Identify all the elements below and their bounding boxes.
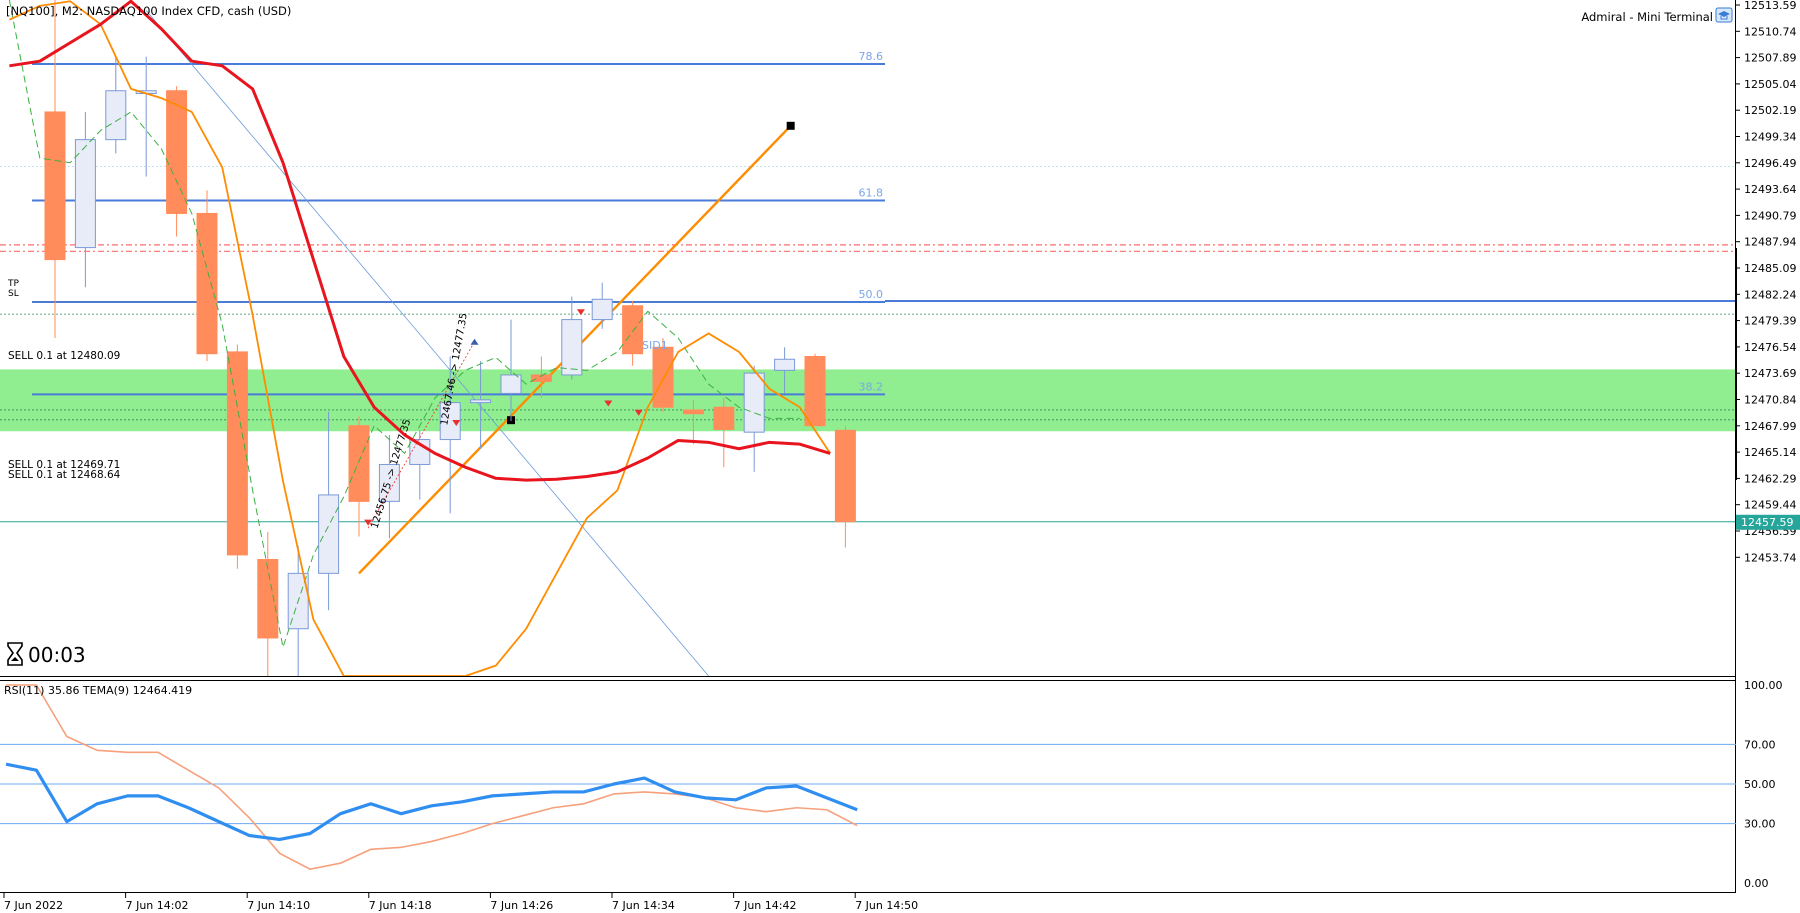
time-tick-label: 7 Jun 14:34 [612,899,675,912]
candle-body [774,358,796,371]
candle-body [196,212,218,355]
fib-label-38-2: 38.2 [859,380,884,393]
candle-body [804,355,826,427]
candle-body [713,406,735,430]
order-label-3[interactable]: SELL 0.1 at 12468.64 [8,469,121,481]
price-tick-label: 12482.24 [1744,288,1797,301]
price-tick-label: 12510.74 [1744,25,1797,38]
fib-label-78-6: 78.6 [859,50,884,63]
time-tick-label: 7 Jun 14:26 [490,899,553,912]
time-tick-label: 7 Jun 14:42 [734,899,797,912]
rsi-axis-label: 100.00 [1744,679,1783,692]
time-tick-label: 7 Jun 14:02 [126,899,189,912]
candle-body [257,559,279,639]
candle-body [834,429,856,523]
price-tick-label: 12479.39 [1744,315,1797,328]
svg-text:12457.59: 12457.59 [1741,516,1794,529]
price-tick-label: 12513.59 [1744,0,1797,12]
price-tick-label: 12485.09 [1744,262,1797,275]
symbol-title: [NQ100], M2: NASDAQ100 Index CFD, cash (… [6,4,291,18]
time-tick-label: 7 Jun 14:50 [855,899,918,912]
candle [804,353,826,427]
level-label-sid1: SID1 [642,339,668,352]
price-tick-label: 12502.19 [1744,104,1797,117]
trading-chart: 78.661.850.038.2 12456.75 -> 12477.35124… [0,0,1800,913]
price-tick-label: 12496.49 [1744,157,1797,170]
candle-body [500,374,522,394]
fib-label-61-8: 61.8 [859,187,884,200]
price-tick-label: 12487.94 [1744,236,1797,249]
candle-body [74,139,96,249]
rsi-axis-label: 50.00 [1744,778,1776,791]
price-tick-label: 12499.34 [1744,131,1797,144]
price-tick-label: 12490.79 [1744,209,1797,222]
candle-body [652,346,674,408]
candle-body [348,425,370,502]
candle [226,344,248,569]
candle-body [622,305,644,355]
candle-body [44,111,66,261]
price-tick-label: 12465.14 [1744,446,1797,459]
time-tick-label: 7 Jun 2022 [4,899,63,912]
price-tick-label: 12453.74 [1744,551,1797,564]
price-tick-label: 12507.89 [1744,52,1797,65]
price-tick-label: 12467.99 [1744,420,1797,433]
price-tick-label: 12476.54 [1744,341,1797,354]
candle-body [743,372,765,433]
graduation-cap-icon[interactable] [1715,7,1733,23]
tp-label[interactable]: TP [7,279,19,289]
price-tick-label: 12462.29 [1744,472,1797,485]
price-tick-label: 12470.84 [1744,394,1797,407]
trendline-handle-end[interactable] [786,121,795,130]
candle-body [561,319,583,376]
candle-body [682,409,704,415]
highlight-zone [0,369,1736,432]
order-label-1[interactable]: SELL 0.1 at 12480.09 [8,350,120,362]
price-tick-label: 12473.69 [1744,367,1797,380]
candle-body [226,351,248,556]
candle [196,190,218,362]
price-tick-label: 12505.04 [1744,78,1797,91]
candle-body [470,399,492,404]
price-tick-label: 12459.44 [1744,499,1797,512]
rsi-axis-label: 0.00 [1744,877,1769,890]
time-tick-label: 7 Jun 14:18 [369,899,432,912]
support-zone [0,369,1736,432]
time-tick-label: 7 Jun 14:10 [247,899,310,912]
rsi-axis-label: 70.00 [1744,738,1776,751]
terminal-label[interactable]: Admiral - Mini Terminal [1581,10,1713,24]
candle-body [105,90,127,141]
sl-label[interactable]: SL [8,289,19,299]
fib-label-50-0: 50.0 [859,288,884,301]
candle-body [591,298,613,321]
candle-body [318,494,340,574]
timer-value: 00:03 [28,643,86,667]
indicator-label: RSI(11) 35.86 TEMA(9) 12464.419 [4,684,192,697]
price-tick-label: 12493.64 [1744,183,1797,196]
rsi-axis-label: 30.00 [1744,818,1776,831]
current-price-tag: 12457.59 [1736,514,1800,530]
